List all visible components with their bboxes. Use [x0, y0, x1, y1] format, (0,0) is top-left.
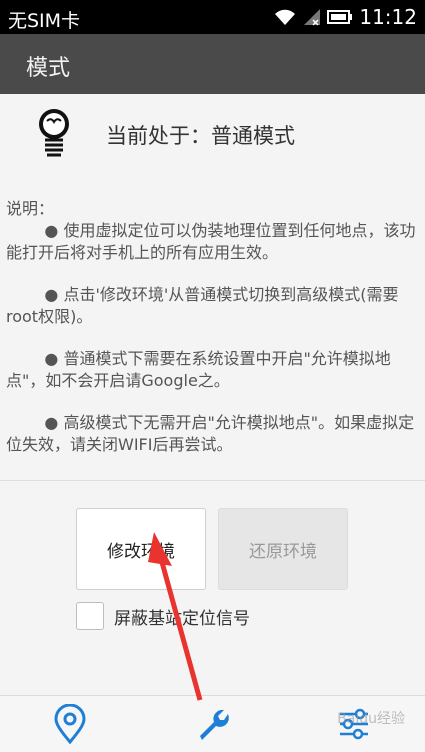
watermark: Baidu经验 — [337, 711, 405, 727]
mode-status-text: 当前处于：普通模式 — [106, 124, 295, 148]
description-item: ● 使用虚拟定位可以伪装地理位置到任何地点，该功能打开后将对手机上的所有应用生效… — [6, 221, 416, 262]
modify-environment-button[interactable]: 修改环境 — [76, 508, 206, 590]
app-bar: 模式 — [0, 34, 425, 94]
page-title: 模式 — [26, 56, 71, 81]
wifi-icon — [275, 9, 296, 25]
block-cell-location-checkbox[interactable] — [76, 602, 104, 630]
description: 说明： ● 使用虚拟定位可以伪装地理位置到任何地点，该功能打开后将对手机上的所有… — [6, 198, 416, 476]
divider — [0, 480, 425, 481]
description-item: ● 高级模式下无需开启"允许模拟地点"。如果虚拟定位失效，请关闭WIFI后再尝试… — [6, 413, 415, 454]
description-item: ● 点击'修改环境'从普通模式切换到高级模式(需要root权限)。 — [6, 285, 399, 326]
description-heading: 说明： — [6, 199, 55, 218]
description-item: ● 普通模式下需要在系统设置中开启"允许模拟地点"，如不会开启请Google之。 — [6, 349, 391, 390]
status-icons: 11:12 — [273, 4, 417, 30]
restore-environment-button[interactable]: 还原环境 — [218, 508, 348, 590]
checkbox-label: 屏蔽基站定位信号 — [114, 608, 250, 629]
battery-icon — [327, 10, 353, 24]
block-cell-location-row[interactable]: 屏蔽基站定位信号 — [76, 600, 250, 632]
carrier-label: 无SIM卡 — [8, 10, 81, 32]
wrench-icon[interactable] — [192, 704, 232, 744]
location-icon[interactable] — [50, 704, 90, 744]
lightbulb-icon — [39, 109, 69, 157]
signal-icon — [304, 9, 321, 26]
mode-status-row: 当前处于：普通模式 — [0, 94, 425, 174]
status-bar: 无SIM卡 11:12 — [0, 0, 425, 34]
clock: 11:12 — [359, 5, 417, 29]
